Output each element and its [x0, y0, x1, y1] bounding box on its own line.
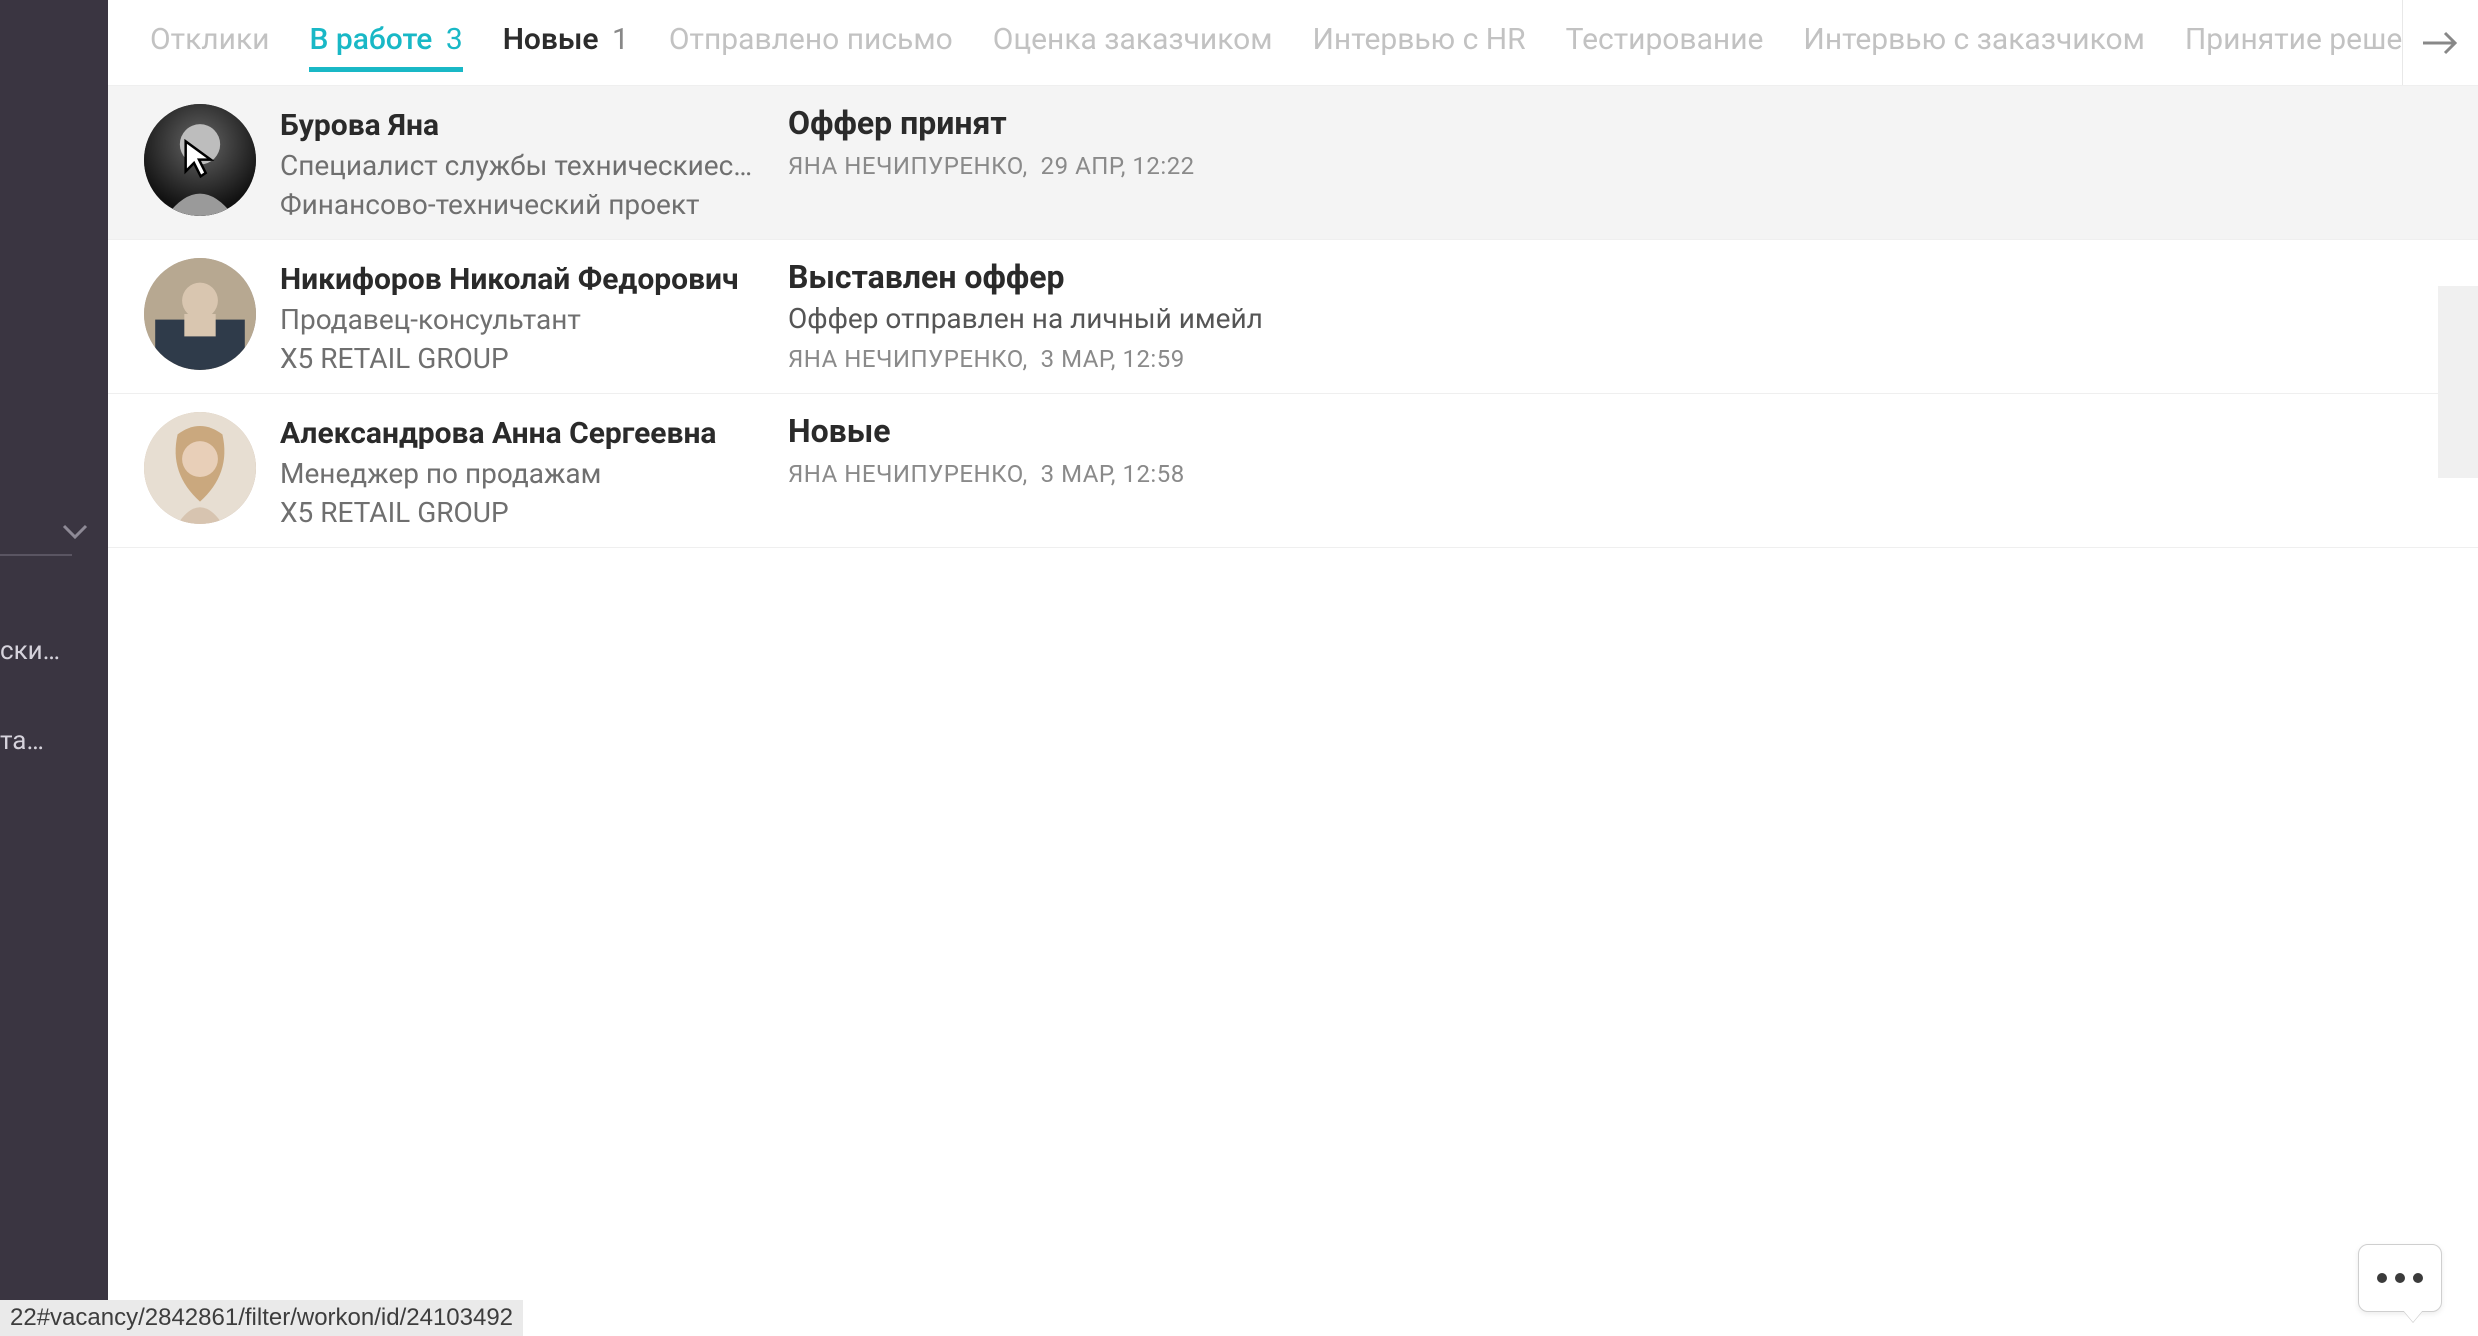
status-author: ЯНА НЕЧИПУРЕНКО [788, 460, 1023, 488]
tab-responses[interactable]: Отклики [150, 22, 269, 63]
tab-label: Интервью с заказчиком [1803, 22, 2144, 57]
sidebar-divider [0, 554, 72, 556]
candidate-row[interactable]: Александрова Анна Сергеевна Менеджер по … [108, 394, 2478, 548]
candidate-name: Никифоров Николай Федорович [280, 262, 756, 297]
chevron-down-icon[interactable] [62, 518, 88, 546]
tab-count: 1 [612, 22, 629, 57]
tab-testing[interactable]: Тестирование [1566, 22, 1764, 63]
scrollbar-track[interactable] [2438, 286, 2478, 478]
candidate-row[interactable]: Никифоров Николай Федорович Продавец-кон… [108, 240, 2478, 394]
candidate-status: Новые ЯНА НЕЧИПУРЕНКО, 3 МАР, 12:58 [768, 394, 2478, 547]
status-title: Оффер принят [788, 104, 2454, 142]
avatar [144, 412, 256, 524]
status-title: Новые [788, 412, 2454, 450]
ellipsis-icon [2377, 1273, 2423, 1283]
candidate-role: Продавец-консультант [280, 303, 756, 336]
candidate-company: X5 RETAIL GROUP [280, 342, 756, 375]
candidate-summary: Никифоров Николай Федорович Продавец-кон… [108, 240, 768, 393]
avatar [144, 104, 256, 216]
status-author: ЯНА НЕЧИПУРЕНКО [788, 152, 1023, 180]
status-meta: ЯНА НЕЧИПУРЕНКО, 3 МАР, 12:58 [788, 460, 2454, 488]
tab-new[interactable]: Новые 1 [503, 22, 629, 63]
avatar [144, 258, 256, 370]
candidate-name: Александрова Анна Сергеевна [280, 416, 756, 451]
tab-label: Новые [503, 22, 599, 57]
candidate-list: Бурова Яна Специалист службы технические… [108, 86, 2478, 1336]
tab-label: Отклики [150, 22, 269, 57]
candidate-company: X5 RETAIL GROUP [280, 496, 756, 529]
status-date: 3 МАР, 12:58 [1041, 460, 1185, 488]
candidate-summary: Бурова Яна Специалист службы технические… [108, 86, 768, 239]
status-meta: ЯНА НЕЧИПУРЕНКО, 29 АПР, 12:22 [788, 152, 2454, 180]
status-meta: ЯНА НЕЧИПУРЕНКО, 3 МАР, 12:59 [788, 345, 2454, 373]
candidate-name: Бурова Яна [280, 108, 756, 143]
tab-customer-review[interactable]: Оценка заказчиком [993, 22, 1273, 63]
candidate-status: Выставлен оффер Оффер отправлен на личны… [768, 240, 2478, 393]
status-author: ЯНА НЕЧИПУРЕНКО [788, 345, 1023, 373]
candidate-status: Оффер принят ЯНА НЕЧИПУРЕНКО, 29 АПР, 12… [768, 86, 2478, 239]
tab-in-progress[interactable]: В работе 3 [309, 22, 462, 72]
tab-letter-sent[interactable]: Отправлено письмо [669, 22, 953, 63]
stage-tabs: Отклики В работе 3 Новые 1 Отправлено пи… [108, 0, 2478, 86]
chat-button[interactable] [2358, 1244, 2442, 1312]
sidebar-item-a[interactable]: ски… [0, 636, 104, 666]
tab-label: Тестирование [1566, 22, 1764, 57]
status-url: 22#vacancy/2842861/filter/workon/id/2410… [0, 1300, 523, 1336]
status-note: Оффер отправлен на личный имейл [788, 302, 2454, 335]
status-title: Выставлен оффер [788, 258, 2454, 296]
arrow-right-icon [2421, 29, 2461, 57]
tab-customer-interview[interactable]: Интервью с заказчиком [1803, 22, 2144, 63]
candidate-company: Финансово-технический проект [280, 188, 756, 221]
tab-label: В работе [309, 22, 432, 57]
candidate-role: Специалист службы техническиеск… [280, 149, 756, 182]
sidebar: ски… та… [0, 0, 108, 1336]
tabs-scroll-right[interactable] [2402, 0, 2478, 85]
tab-count: 3 [446, 22, 463, 57]
sidebar-item-b[interactable]: та… [0, 726, 104, 756]
tab-label: Отправлено письмо [669, 22, 953, 57]
tab-label: Оценка заказчиком [993, 22, 1273, 57]
tab-label: Интервью с HR [1313, 22, 1526, 57]
candidate-summary: Александрова Анна Сергеевна Менеджер по … [108, 394, 768, 547]
candidate-row[interactable]: Бурова Яна Специалист службы технические… [108, 86, 2478, 240]
tab-hr-interview[interactable]: Интервью с HR [1313, 22, 1526, 63]
main-panel: Отклики В работе 3 Новые 1 Отправлено пи… [108, 0, 2478, 1336]
status-date: 3 МАР, 12:59 [1041, 345, 1185, 373]
candidate-role: Менеджер по продажам [280, 457, 756, 490]
status-date: 29 АПР, 12:22 [1041, 152, 1195, 180]
